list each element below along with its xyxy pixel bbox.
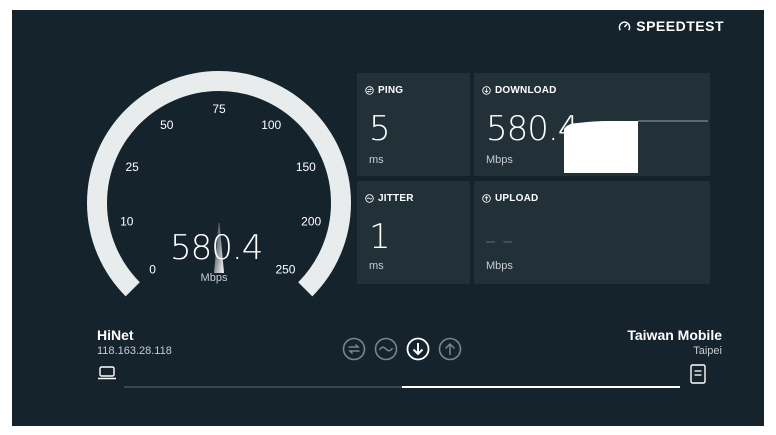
speedtest-screen: SPEEDTEST 010255075100150200250 0 580.4 … [12,10,764,426]
isp-name: HiNet [97,327,134,343]
upload-value: – – [486,233,515,250]
jitter-icon [365,194,374,203]
upload-unit: Mbps [486,260,513,272]
ping-card: PING 5 ms [357,73,470,176]
test-progress-fill [402,386,680,388]
server-name[interactable]: Taiwan Mobile [627,327,722,343]
download-label: DOWNLOAD [495,85,557,96]
speedtest-logo: SPEEDTEST [618,18,724,34]
upload-card: UPLOAD – – Mbps [474,181,710,284]
jitter-label: JITTER [378,193,414,204]
download-speed-graph [564,120,708,173]
gauge-tick-25: 25 [125,160,139,174]
gauge-tick-10: 10 [120,214,134,228]
brand-name: SPEEDTEST [636,18,724,34]
download-unit: Mbps [486,154,513,166]
download-card: DOWNLOAD 580.4 Mbps [474,73,710,176]
ping-icon [365,86,374,95]
server-location: Taipei [693,345,722,357]
jitter-phase-icon [374,337,398,361]
download-icon [482,86,491,95]
speedometer-icon [618,20,631,31]
isp-ip: 118.163.28.118 [97,345,172,357]
gauge-tick-50: 50 [160,118,174,132]
ping-value: 5 [369,109,391,149]
ping-unit: ms [369,154,384,166]
gauge-tick-250: 250 [275,262,295,276]
server-document-icon [690,364,706,384]
gauge-tick-75: 75 [212,102,226,116]
jitter-card: JITTER 1 ms [357,181,470,284]
laptop-icon [98,366,116,380]
upload-phase-icon [438,337,462,361]
gauge-tick-0: 0 [149,262,156,276]
ping-label: PING [378,85,404,96]
jitter-unit: ms [369,260,384,272]
gauge-tick-150: 150 [296,160,316,174]
upload-icon [482,194,491,203]
download-phase-icon [406,337,430,361]
test-progress-bar [124,386,680,388]
upload-label: UPLOAD [495,193,539,204]
gauge-tick-200: 200 [301,214,321,228]
gauge-speed-value: 580.4 [170,228,263,268]
jitter-value: 1 [369,217,391,257]
gauge-tick-100: 100 [261,118,281,132]
gauge-speed-unit: Mbps [200,272,228,284]
ping-phase-icon [342,337,366,361]
